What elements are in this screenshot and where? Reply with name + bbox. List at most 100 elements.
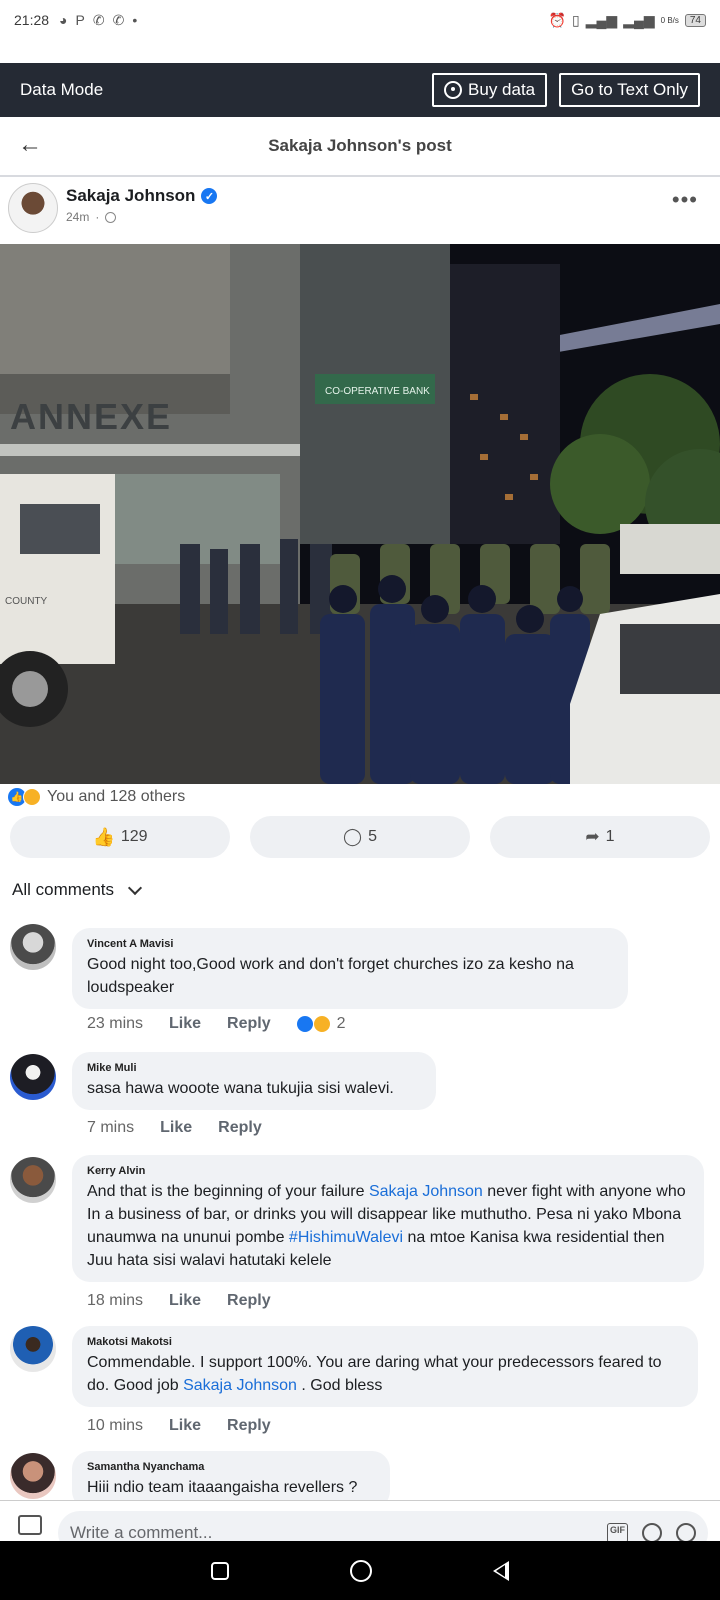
back-arrow-icon[interactable]: ←: [18, 131, 42, 159]
post-time: 24m: [66, 210, 90, 224]
buy-data-label: Buy data: [468, 80, 536, 99]
comment-input-placeholder: Write a comment...: [70, 1523, 213, 1542]
commenter-name[interactable]: Kerry Alvin: [87, 1165, 689, 1177]
status-bar: 21:28 ◕ P ✆ ✆ • ⏰ ▯ ▂▄▆ ▂▄▆ 0 B/s 74: [0, 0, 720, 40]
comment-text: Hiii ndio team itaaangaisha revellers ?: [87, 1479, 358, 1496]
comment-time: 18 mins: [87, 1292, 144, 1309]
post-photo[interactable]: CO-OPERATIVE BANK ANNEXE COUNTY: [0, 244, 720, 784]
haha-reaction-icon: [23, 788, 41, 806]
photo-attach-icon[interactable]: [18, 1515, 42, 1535]
night-street-photo: CO-OPERATIVE BANK ANNEXE COUNTY: [0, 244, 720, 784]
recent-apps-icon[interactable]: [210, 1561, 229, 1580]
comment-bubble[interactable]: Makotsi Makotsi Commendable. I support 1…: [72, 1326, 698, 1407]
post-header: ← Sakaja Johnson's post: [0, 117, 720, 177]
comment-bubble[interactable]: Vincent A Mavisi Good night too,Good wor…: [72, 928, 628, 1009]
comment-reactions[interactable]: 2: [296, 1015, 346, 1033]
globe-icon: [105, 211, 117, 223]
meta-separator: ·: [95, 210, 100, 224]
commenter-name[interactable]: Makotsi Makotsi: [87, 1336, 683, 1348]
alarm-icon: ⏰: [548, 11, 567, 28]
comment-text: sasa hawa wooote wana tukujia sisi walev…: [87, 1080, 394, 1097]
text-only-button[interactable]: Go to Text Only: [559, 73, 700, 107]
comment-text: And that is the beginning of your failur…: [87, 1180, 689, 1272]
comment-text: Good night too,Good work and don't forge…: [87, 956, 574, 996]
notification-icons: ◕ P ✆ ✆ •: [59, 12, 137, 29]
reactions-summary[interactable]: 👍 You and 128 others: [8, 786, 185, 808]
haha-reaction-icon: [312, 1015, 331, 1033]
gif-icon[interactable]: GIF: [607, 1523, 628, 1543]
signal-2-icon: ▂▄▆: [623, 11, 655, 28]
signal-icon: ▂▄▆: [585, 11, 618, 28]
commenter-avatar[interactable]: [10, 1453, 56, 1499]
comment-time: 7 mins: [87, 1119, 135, 1136]
comments-filter[interactable]: All comments: [12, 880, 143, 900]
commenter-name[interactable]: Mike Muli: [87, 1062, 421, 1074]
comment-meta: 23 mins Like Reply 2: [87, 1015, 346, 1033]
author-name[interactable]: Sakaja Johnson: [66, 186, 195, 206]
broadcast-icon: [444, 81, 463, 99]
share-button[interactable]: ➦ 1: [490, 816, 710, 858]
comment-button[interactable]: ◯ 5: [250, 816, 470, 858]
comment-reaction-count: 2: [336, 1015, 346, 1032]
verified-badge-icon: ✓: [201, 188, 218, 204]
comment-bubble[interactable]: Samantha Nyanchama Hiii ndio team itaaan…: [72, 1451, 390, 1501]
chevron-down-icon: [127, 880, 143, 895]
comment-like-button[interactable]: Like: [169, 1417, 201, 1435]
comment-reply-button[interactable]: Reply: [227, 1292, 271, 1310]
like-reaction-icon: [296, 1016, 313, 1032]
comment-reply-button[interactable]: Reply: [227, 1015, 271, 1033]
whatsapp-icon: ✆: [92, 11, 105, 28]
p-app-icon: P: [75, 12, 85, 28]
comment-text-part: . God bless: [296, 1377, 383, 1394]
comments-filter-label: All comments: [12, 880, 115, 899]
author-avatar[interactable]: [8, 183, 58, 233]
commenter-avatar[interactable]: [10, 1054, 56, 1100]
comment-meta: 7 mins Like Reply: [87, 1119, 262, 1137]
author-name-row[interactable]: Sakaja Johnson ✓: [66, 186, 218, 206]
photo-sign-bank: CO-OPERATIVE BANK: [325, 386, 430, 397]
comment-like-button[interactable]: Like: [160, 1119, 192, 1137]
photo-sign-annexe: ANNEXE: [10, 396, 172, 437]
comment-time: 23 mins: [87, 1015, 144, 1032]
system-nav-bar: [0, 1541, 720, 1600]
comment-meta: 18 mins Like Reply: [87, 1292, 271, 1310]
mention-link[interactable]: Sakaja Johnson: [369, 1183, 483, 1200]
mention-at-icon[interactable]: [642, 1523, 662, 1543]
commenter-name[interactable]: Samantha Nyanchama: [87, 1461, 375, 1473]
comment-item: Samantha Nyanchama Hiii ndio team itaaan…: [0, 1451, 720, 1501]
buy-data-button[interactable]: Buy data: [432, 73, 548, 107]
reactions-text: You and 128 others: [47, 788, 186, 805]
back-icon[interactable]: [493, 1560, 510, 1581]
page-title: Sakaja Johnson's post: [268, 136, 452, 155]
comment-bubble[interactable]: Kerry Alvin And that is the beginning of…: [72, 1155, 704, 1282]
commenter-avatar[interactable]: [10, 924, 56, 970]
post-author: Sakaja Johnson ✓ 24m · •••: [0, 179, 720, 243]
post-actions: 👍 129 ◯ 5 ➦ 1: [10, 816, 710, 858]
comment-text-part: And that is the beginning of your failur…: [87, 1183, 369, 1200]
comment-meta: 10 mins Like Reply: [87, 1417, 271, 1435]
comment-like-button[interactable]: Like: [169, 1015, 201, 1033]
commenter-name[interactable]: Vincent A Mavisi: [87, 938, 613, 950]
comment-count: 5: [368, 828, 377, 845]
status-time: 21:28: [14, 12, 50, 28]
comment-bubble[interactable]: Mike Muli sasa hawa wooote wana tukujia …: [72, 1052, 436, 1110]
data-mode-label: Data Mode: [20, 80, 104, 99]
comment-reply-button[interactable]: Reply: [227, 1417, 271, 1435]
comment-like-button[interactable]: Like: [169, 1292, 201, 1310]
mention-link[interactable]: Sakaja Johnson: [183, 1377, 297, 1394]
commenter-avatar[interactable]: [10, 1157, 56, 1203]
reaction-icons: 👍: [8, 788, 41, 806]
net-speed: 0 B/s: [660, 15, 679, 25]
like-button[interactable]: 👍 129: [10, 816, 230, 858]
emoji-icon[interactable]: [676, 1523, 696, 1543]
hashtag-link[interactable]: #HishimuWalevi: [289, 1229, 403, 1246]
more-options-icon[interactable]: •••: [672, 187, 698, 213]
home-icon[interactable]: [349, 1559, 372, 1582]
comment-reply-button[interactable]: Reply: [218, 1119, 262, 1137]
battery-icon: 74: [684, 13, 706, 27]
comment-time: 10 mins: [87, 1417, 144, 1434]
app-notification-icon: ◕: [59, 12, 68, 28]
commenter-avatar[interactable]: [10, 1326, 56, 1372]
more-notifications-icon: •: [132, 12, 138, 28]
whatsapp-business-icon: ✆: [112, 11, 125, 28]
